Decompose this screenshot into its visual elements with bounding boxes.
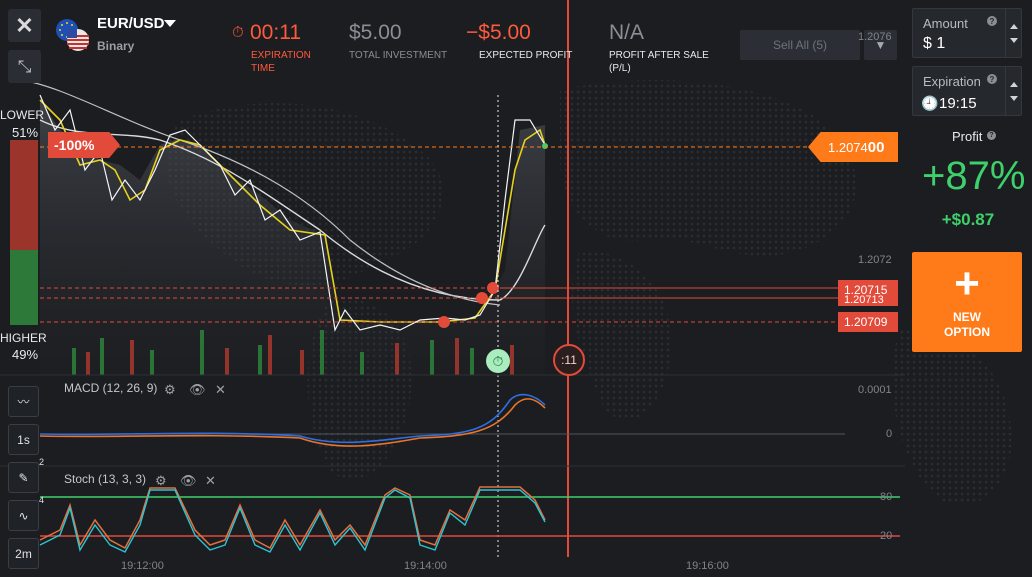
asset-name[interactable]: EUR/USD <box>97 15 165 32</box>
timer-icon: ⏱ <box>232 24 244 41</box>
stepper-up-icon[interactable] <box>1010 82 1018 87</box>
expiration-value[interactable]: 19:15 <box>939 95 977 112</box>
clock-icon: 🕘 <box>921 95 939 111</box>
lower-label: LOWER <box>0 108 45 122</box>
price-axis-top: 1.2076 <box>858 31 892 43</box>
current-price-tag: 1.2074 00 <box>808 132 898 162</box>
higher-label: HIGHER <box>0 331 47 345</box>
expiration-stepper[interactable] <box>1005 67 1022 115</box>
total-investment-value: $5.00 <box>349 21 402 44</box>
sentiment-bar <box>10 140 38 325</box>
expiration-time-label: EXPIRATION TIME <box>251 50 311 74</box>
stepper-down-icon[interactable] <box>1010 38 1018 43</box>
total-investment-label: TOTAL INVESTMENT <box>349 50 448 61</box>
higher-percent: 49% <box>12 347 39 362</box>
new-option-button[interactable]: + NEW OPTION <box>912 252 1022 352</box>
stoch-tick-20: 20 <box>880 530 893 542</box>
sell-all-button[interactable]: Sell All (5) <box>740 30 860 60</box>
currency-flags-icon[interactable] <box>54 18 90 52</box>
time-axis-label: 19:12:00 <box>121 560 164 572</box>
stepper-down-icon[interactable] <box>1010 96 1018 101</box>
amount-help-icon[interactable]: ? <box>987 16 997 26</box>
macd-visibility-icon[interactable]: 👁 <box>189 382 206 398</box>
stoch-visibility-icon[interactable]: 👁 <box>180 473 197 489</box>
expiration-timer: 00:11 <box>250 21 301 44</box>
time-axis-label: 19:14:00 <box>404 560 447 572</box>
profit-amount: +$0.87 <box>941 210 995 229</box>
profit-after-sale-value: N/A <box>609 21 645 44</box>
collapse-button[interactable]: ⤡ <box>8 50 41 83</box>
profit-help-icon[interactable]: ? <box>987 131 996 140</box>
line-chart-icon: 〰 <box>17 395 30 409</box>
drawing-count-badge: 2 <box>38 457 44 467</box>
drawing-tools-button[interactable]: ✎ 2 <box>8 457 44 493</box>
timeframe-button[interactable]: 1s <box>8 424 39 455</box>
indicator-count-badge: 4 <box>38 495 44 505</box>
close-button[interactable]: ✕ <box>8 9 41 42</box>
asset-dropdown-icon[interactable] <box>164 20 176 27</box>
amount-stepper[interactable] <box>1005 9 1022 57</box>
amount-label: Amount <box>923 16 968 31</box>
period-button[interactable]: 2m <box>8 538 39 569</box>
profit-percent: +87% <box>922 154 1026 198</box>
chart-type-button[interactable]: 〰 <box>8 386 39 417</box>
profit-label: Profit <box>952 129 983 144</box>
macd-tick-zero: 0 <box>886 428 893 440</box>
stoch-label: Stoch (13, 3, 3) <box>64 472 147 486</box>
countdown-circle: :11 <box>553 344 585 376</box>
stepper-up-icon[interactable] <box>1010 24 1018 29</box>
lower-percent: 51% <box>12 125 39 140</box>
expiration-label: Expiration <box>923 74 981 89</box>
indicator-wave-icon: ∿ <box>18 508 29 523</box>
indicators-button[interactable]: ∿ 4 <box>8 495 44 531</box>
pencil-icon: ✎ <box>18 470 29 485</box>
stoch-remove-icon[interactable]: ✕ <box>205 473 216 489</box>
deal-price-tag-3[interactable]: 1.20709 <box>838 312 898 332</box>
expiration-field[interactable]: Expiration ? 🕘 19:15 <box>912 66 1022 116</box>
macd-settings-icon[interactable]: ⚙ <box>164 382 176 398</box>
amount-value[interactable]: $ 1 <box>923 35 945 53</box>
profit-after-sale-label: PROFIT AFTER SALE (P/L) <box>609 50 709 74</box>
new-option-label: NEW OPTION <box>943 310 990 339</box>
time-axis-label: 19:16:00 <box>686 560 729 572</box>
price-axis-mid: 1.2072 <box>858 254 892 266</box>
asset-type: Binary <box>97 39 135 53</box>
deal-price-tag-2[interactable]: 1.20713 <box>838 294 898 306</box>
close-icon: ✕ <box>15 12 34 38</box>
expiration-help-icon[interactable]: ? <box>987 74 997 84</box>
collapse-icon: ⤡ <box>17 56 32 76</box>
expected-profit-value: −$5.00 <box>466 21 531 44</box>
stoch-settings-icon[interactable]: ⚙ <box>155 473 167 489</box>
macd-tick-top: 0.0001 <box>858 384 892 396</box>
stopwatch-icon: ⏱ <box>486 349 510 373</box>
stoch-tick-80: 80 <box>880 491 893 503</box>
plus-icon: + <box>954 259 980 308</box>
amount-field[interactable]: Amount ? $ 1 <box>912 8 1022 58</box>
macd-remove-icon[interactable]: ✕ <box>215 382 226 398</box>
macd-label: MACD (12, 26, 9) <box>64 381 158 395</box>
loss-percent-tag: -100% <box>48 132 120 158</box>
expected-profit-label: EXPECTED PROFIT <box>479 50 573 61</box>
